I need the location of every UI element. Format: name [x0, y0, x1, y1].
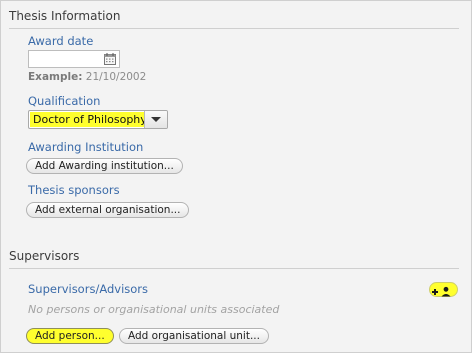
- add-awarding-institution-button[interactable]: Add Awarding institution...: [26, 158, 183, 174]
- qualification-select[interactable]: Doctor of Philosophy: [28, 110, 168, 129]
- supervisors-advisors-label: Supervisors/Advisors: [28, 282, 149, 296]
- award-date-label: Award date: [28, 34, 94, 48]
- chevron-down-icon[interactable]: [144, 111, 167, 128]
- award-date-example: Example: 21/10/2002: [28, 71, 146, 83]
- qualification-selected-value: Doctor of Philosophy: [30, 112, 150, 127]
- thesis-section-title: Thesis Information: [9, 9, 121, 23]
- add-organisational-unit-button[interactable]: Add organisational unit...: [119, 328, 269, 344]
- empty-associations-text: No persons or organisational units assoc…: [28, 303, 280, 316]
- thesis-sponsors-label: Thesis sponsors: [28, 183, 120, 197]
- calendar-icon[interactable]: [104, 53, 116, 65]
- section-divider: [9, 28, 459, 29]
- add-person-icon-button[interactable]: [429, 282, 458, 297]
- add-external-organisation-button[interactable]: Add external organisation...: [26, 202, 190, 218]
- add-person-button[interactable]: Add person...: [26, 328, 114, 344]
- section-divider: [9, 268, 459, 269]
- add-person-icon: [432, 286, 451, 297]
- qualification-label: Qualification: [28, 94, 101, 108]
- awarding-institution-label: Awarding Institution: [28, 140, 144, 154]
- supervisors-section-title: Supervisors: [9, 249, 80, 263]
- content-panel: Thesis Information Award date Example: 2…: [0, 0, 472, 353]
- award-date-input[interactable]: [28, 50, 120, 68]
- example-prefix: Example:: [28, 71, 83, 83]
- example-value: 21/10/2002: [85, 71, 147, 83]
